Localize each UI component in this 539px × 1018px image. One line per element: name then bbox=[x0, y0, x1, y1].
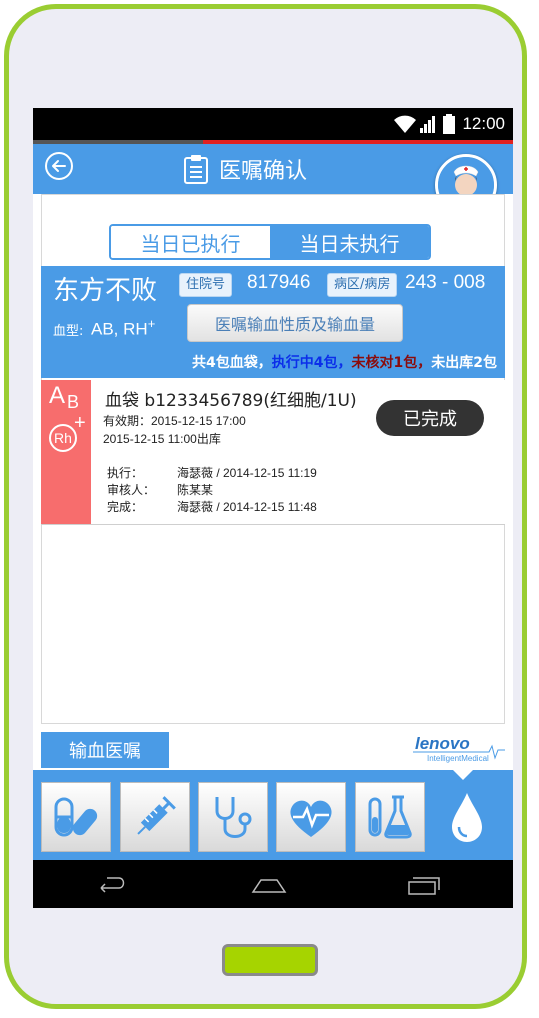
heart-pulse-icon bbox=[290, 800, 332, 837]
capsule-icon bbox=[54, 797, 98, 837]
arrow-left-icon bbox=[52, 160, 66, 172]
blood-type-text: AB, RH bbox=[91, 319, 148, 339]
status-completed-button[interactable]: 已完成 bbox=[376, 400, 484, 436]
bag-title: 血袋 b1233456789(红细胞/1U) bbox=[105, 391, 357, 411]
tab-medicine[interactable] bbox=[41, 782, 111, 852]
battery-icon bbox=[443, 114, 455, 134]
summary-unchecked: 未核对1包， bbox=[351, 355, 432, 371]
header-title-group: 医嘱确认 bbox=[183, 152, 307, 186]
status-bar: 12:00 bbox=[33, 108, 513, 140]
tab-executed[interactable]: 当日已执行 bbox=[111, 226, 270, 258]
bag-expiry: 有效期：2015-12-15 17:00 bbox=[103, 414, 246, 428]
back-button[interactable] bbox=[45, 152, 73, 180]
hardware-home-button[interactable] bbox=[222, 944, 318, 976]
status-time: 12:00 bbox=[462, 114, 505, 133]
signal-icon bbox=[420, 116, 435, 133]
complete-label: 完成： bbox=[107, 500, 144, 514]
android-nav-bar bbox=[33, 860, 513, 908]
page-title: 医嘱确认 bbox=[219, 159, 308, 184]
blood-drop-icon bbox=[452, 793, 482, 842]
stethoscope-icon bbox=[215, 797, 252, 838]
back-nav-icon[interactable] bbox=[93, 874, 129, 898]
wifi-icon bbox=[394, 115, 416, 133]
bag-out-time: 2015-12-15 11:00出库 bbox=[103, 432, 221, 446]
admission-number: 817946 bbox=[247, 272, 311, 293]
rh-sign: + bbox=[147, 316, 156, 331]
bag-summary: 共4包血袋，执行中4包，未核对1包，未出库2包 bbox=[192, 352, 497, 372]
patient-name: 东方不败 bbox=[53, 276, 158, 306]
blood-bag-card[interactable]: A B Rh + 血袋 b1233456789(红细胞/1U) 有效期：2015… bbox=[41, 380, 505, 525]
home-nav-icon[interactable] bbox=[249, 874, 289, 898]
syringe-icon bbox=[137, 796, 176, 835]
tab-checkup[interactable] bbox=[198, 782, 268, 852]
transfusion-order-button[interactable]: 输血医嘱 bbox=[41, 732, 169, 768]
tab-transfusion[interactable] bbox=[439, 782, 495, 852]
blood-type-badge: A B Rh + bbox=[41, 380, 91, 524]
clipboard-icon bbox=[184, 155, 208, 184]
summary-not-out: 未出库2包 bbox=[431, 355, 497, 371]
tab-injection[interactable] bbox=[120, 782, 190, 852]
badge-rh: Rh bbox=[54, 430, 72, 446]
tab-not-executed[interactable]: 当日未执行 bbox=[270, 226, 429, 258]
badge-rh-sign: + bbox=[74, 412, 86, 434]
reviewer-value: 陈某某 bbox=[177, 483, 214, 497]
tab-heart[interactable] bbox=[276, 782, 346, 852]
blood-type-label: 血型: bbox=[53, 324, 84, 339]
ward-number: 243 - 008 bbox=[405, 272, 486, 293]
patient-panel: 东方不败 住院号 817946 病区/病房 243 - 008 血型: AB, … bbox=[41, 266, 505, 378]
transfusion-detail-button[interactable]: 医嘱输血性质及输血量 bbox=[187, 304, 403, 342]
bottom-tab-bar bbox=[33, 770, 513, 860]
lab-flask-icon bbox=[368, 795, 412, 839]
badge-abo-a: A bbox=[49, 382, 66, 409]
execute-label: 执行： bbox=[107, 466, 144, 480]
complete-value: 海瑟薇 / 2014-12-15 11:48 bbox=[177, 500, 317, 514]
lenovo-logo: lenovo IntelligentMedical bbox=[411, 734, 507, 768]
tab-pointer bbox=[453, 770, 473, 780]
blood-type-value: AB, RH+ bbox=[91, 316, 155, 340]
summary-total: 共4包血袋， bbox=[192, 355, 272, 371]
day-tabs: 当日已执行 当日未执行 bbox=[109, 224, 431, 260]
pulse-line-icon bbox=[413, 744, 505, 760]
reviewer-label: 审核人： bbox=[107, 483, 156, 497]
tab-lab[interactable] bbox=[355, 782, 425, 852]
summary-executing: 执行中4包， bbox=[271, 355, 352, 371]
admission-tag: 住院号 bbox=[179, 273, 233, 297]
badge-abo-b: B bbox=[67, 392, 80, 412]
ward-tag: 病区/病房 bbox=[327, 273, 398, 297]
recent-apps-icon[interactable] bbox=[405, 874, 441, 898]
app-screen: 12:00 医嘱确认 当日已执行 当日未执行 东方不败 住院号 817946 病… bbox=[33, 108, 513, 908]
execute-value: 海瑟薇 / 2014-12-15 11:19 bbox=[177, 466, 317, 480]
